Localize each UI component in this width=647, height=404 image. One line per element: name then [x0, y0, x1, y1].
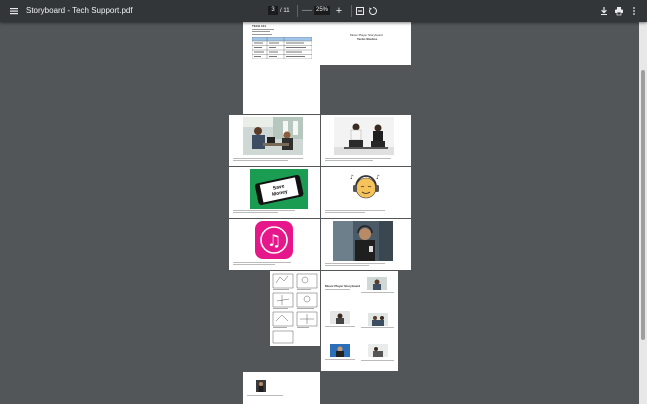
svg-text:♫: ♫ — [267, 231, 281, 250]
headphones-emoji-icon: ♪ ♪ — [350, 174, 380, 199]
document-title: Storyboard - Tech Support.pdf — [26, 6, 133, 15]
page-number-input[interactable]: 3 — [268, 6, 278, 15]
caption-line — [325, 160, 373, 161]
music-app-icon: ♫ — [255, 221, 293, 259]
page-thumbnail-3[interactable] — [229, 115, 320, 166]
page-heading: TECH 101 — [252, 24, 267, 28]
page-thumbnail-10[interactable]: Music Player Storyboard — [321, 271, 398, 371]
page-thumbnail-7[interactable]: ♫ — [229, 219, 320, 270]
zoom-in-button[interactable]: + — [333, 5, 345, 17]
storyboard-page-title: Music Player Storyboard — [325, 284, 361, 288]
caption-line — [361, 292, 394, 293]
sketch-storyboard-panels — [272, 273, 318, 344]
caption-line — [233, 210, 295, 211]
text-line — [252, 34, 272, 35]
pdf-viewer-area[interactable]: TECH 101 Music Player Storyboard Tecko S… — [0, 22, 639, 404]
man-headphones-photo — [333, 221, 393, 261]
page-thumbnail-1[interactable]: TECH 101 — [243, 22, 320, 114]
zoom-out-button[interactable]: — — [301, 5, 313, 17]
text-line — [252, 31, 270, 32]
fit-page-icon[interactable] — [354, 5, 366, 17]
caption-line — [247, 395, 283, 396]
page-thumbnail-6[interactable]: ♪ ♪ — [321, 167, 411, 218]
caption-line — [361, 360, 394, 361]
print-icon[interactable] — [613, 5, 625, 17]
page-subtitle: Tecko Studios — [357, 37, 378, 41]
page-total-label: / 11 — [280, 8, 290, 14]
rotate-icon[interactable] — [367, 5, 379, 17]
page-thumbnail-11[interactable] — [243, 372, 320, 404]
page-thumbnail-2[interactable]: Music Player Storyboard Tecko Studios — [320, 22, 411, 65]
zoom-level-input[interactable]: 25% — [314, 6, 330, 15]
caption-line — [325, 158, 391, 159]
caption-line — [325, 263, 385, 264]
svg-text:♪: ♪ — [376, 174, 380, 181]
save-money-image: Save Money — [250, 169, 308, 209]
toolbar-divider — [297, 5, 298, 17]
more-vert-icon[interactable] — [628, 5, 640, 17]
vertical-scrollbar-thumb[interactable] — [641, 70, 645, 340]
text-line — [252, 29, 274, 30]
caption-line — [325, 359, 355, 360]
download-icon[interactable] — [598, 5, 610, 17]
interview-photo — [334, 117, 394, 155]
caption-line — [361, 327, 394, 328]
caption-line — [325, 265, 369, 266]
page-thumbnail-8[interactable] — [321, 219, 411, 270]
storyboard-photo — [368, 313, 388, 326]
page-thumbnail-4[interactable] — [321, 115, 411, 166]
caption-line — [325, 210, 385, 211]
toolbar-divider — [351, 5, 352, 17]
svg-text:♪: ♪ — [350, 174, 354, 181]
caption-line — [233, 262, 291, 263]
caption-line — [233, 160, 288, 161]
caption-line — [233, 212, 278, 213]
document-table — [252, 37, 312, 59]
storyboard-photo — [368, 344, 388, 357]
caption-line — [325, 212, 365, 213]
portrait-photo — [256, 380, 266, 392]
storyboard-photo — [330, 344, 350, 357]
menu-icon[interactable] — [8, 5, 20, 17]
pdf-toolbar: Storyboard - Tech Support.pdf 3 / 11 — 2… — [0, 0, 647, 22]
page-thumbnail-5[interactable]: Save Money — [229, 167, 320, 218]
storyboard-photo — [330, 311, 350, 324]
storyboard-photo — [367, 277, 387, 290]
caption-line — [233, 264, 275, 265]
page-thumbnail-9[interactable] — [270, 271, 320, 346]
caption-line — [233, 158, 303, 159]
office-photo — [243, 117, 303, 155]
text-line — [325, 289, 350, 290]
caption-line — [325, 326, 355, 327]
